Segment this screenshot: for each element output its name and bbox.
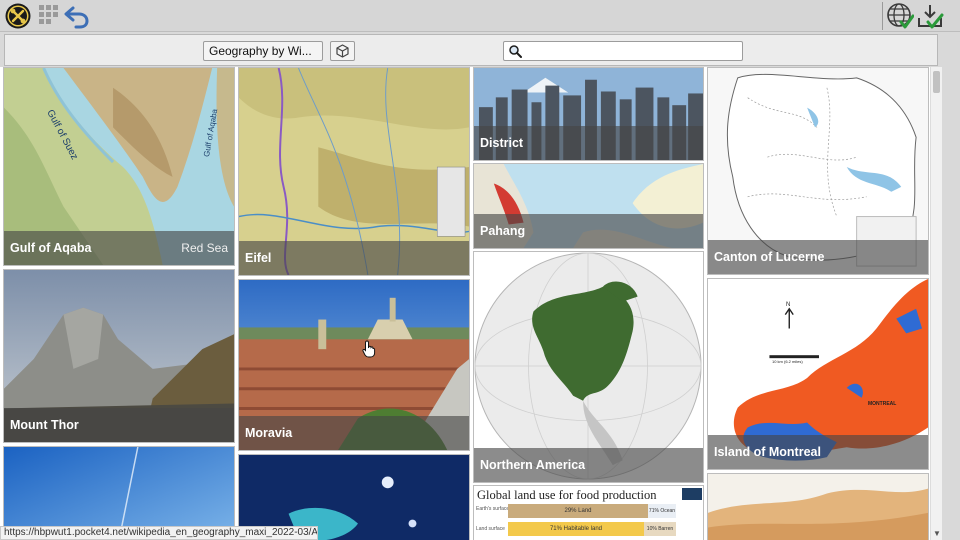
tile-moravia[interactable]: Moravia: [238, 279, 470, 451]
search-icon: [509, 45, 522, 58]
tile-title: Eifel: [245, 251, 272, 265]
tile-caption: Gulf of Aqaba Red Sea: [4, 231, 234, 265]
ocean-bar: 71% Ocean: [648, 504, 676, 518]
search-box[interactable]: [503, 41, 743, 61]
land-bar: 29% Land: [508, 504, 648, 518]
tile-caption: Canton of Lucerne: [708, 240, 928, 274]
vertical-scrollbar[interactable]: ▼: [930, 67, 942, 540]
our-world-in-data-logo: [682, 488, 702, 500]
scrollbar-thumb[interactable]: [933, 71, 940, 93]
tile-title: Canton of Lucerne: [714, 250, 825, 264]
tile-caption: District: [474, 126, 703, 160]
globe-check-icon[interactable]: [886, 2, 914, 30]
tile-canton-of-lucerne[interactable]: Canton of Lucerne: [707, 67, 929, 275]
top-toolbar: [0, 0, 960, 32]
hand-cursor-icon: [362, 340, 376, 358]
tile-title: Northern America: [480, 458, 586, 472]
tile-title: Gulf of Aqaba: [10, 241, 92, 255]
grid-dots-icon[interactable]: [37, 2, 65, 30]
undo-arrow-icon[interactable]: [62, 2, 90, 30]
tile-subtitle: Red Sea: [181, 241, 228, 255]
tile-district[interactable]: District: [473, 67, 704, 161]
tile-desert-photo[interactable]: [707, 473, 929, 540]
download-check-icon[interactable]: [916, 2, 944, 30]
tools-circle-icon[interactable]: [4, 2, 32, 30]
tile-title: District: [480, 136, 524, 150]
north-arrow-label: N: [786, 302, 791, 308]
tile-eifel[interactable]: Eifel: [238, 67, 470, 276]
tile-title: Island of Montreal: [714, 445, 821, 459]
tile-caption: Mount Thor: [4, 408, 234, 442]
tile-mount-thor[interactable]: Mount Thor: [3, 269, 235, 443]
book-filter-select[interactable]: Geography by Wi...: [203, 41, 323, 61]
tile-caption: Moravia: [239, 416, 469, 450]
filter-bar: Geography by Wi...: [4, 34, 938, 66]
habitable-land-bar: 71% Habitable land: [508, 522, 644, 536]
montreal-map-label: MONTREAL: [868, 401, 897, 407]
tile-gulf-of-aqaba[interactable]: Gulf of Suez Gulf of Aqaba Gulf of Aqaba…: [3, 67, 235, 266]
tile-caption: Island of Montreal: [708, 435, 928, 469]
tile-title: Mount Thor: [10, 418, 79, 432]
desert-dunes-photo: [708, 474, 928, 540]
barren-land-bar: 10% Barren land: [644, 522, 676, 536]
status-url: https://hbpwut1.pocket4.net/wikipedia_en…: [0, 526, 318, 540]
tile-title: Pahang: [480, 224, 526, 238]
tile-northern-america[interactable]: Northern America: [473, 251, 704, 483]
chart-title: Global land use for food production: [477, 488, 657, 502]
toolbar-separator: [882, 2, 883, 30]
tile-island-of-montreal[interactable]: N 10 km (6.2 miles) MONTREAL Island of M…: [707, 278, 929, 470]
tile-caption: Northern America: [474, 448, 703, 482]
scale-bar-label: 10 km (6.2 miles): [772, 359, 803, 364]
tile-caption: Pahang: [474, 214, 703, 248]
search-input[interactable]: [524, 43, 738, 59]
tile-global-land-use[interactable]: Global land use for food production Eart…: [473, 485, 704, 540]
tile-caption: Eifel: [239, 241, 469, 275]
earths-surface-label: Earth's surface: [476, 506, 510, 512]
cube-icon: [336, 44, 349, 58]
land-surface-label: Land surface: [476, 526, 505, 532]
random-article-button[interactable]: [330, 41, 355, 61]
tile-title: Moravia: [245, 426, 293, 440]
tile-pahang[interactable]: Pahang: [473, 163, 704, 249]
article-grid: Gulf of Suez Gulf of Aqaba Gulf of Aqaba…: [0, 67, 930, 540]
scroll-down-arrow-icon[interactable]: ▼: [932, 530, 942, 538]
